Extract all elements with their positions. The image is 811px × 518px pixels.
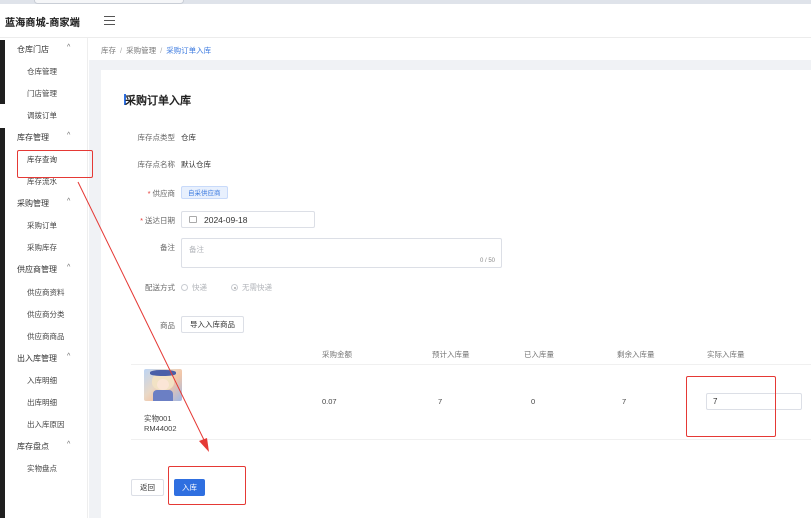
sidebar-group-purchase[interactable]: 采购管理 [17,198,49,209]
date-value: 2024-09-18 [204,215,248,225]
stock-name-value: 默认仓库 [181,160,211,169]
column-header: 已入库量 [524,350,554,359]
chevron-up-icon[interactable]: ^ [67,264,70,271]
table-row-divider [131,439,811,440]
sidebar: 仓库门店 ^ 仓库管理 门店管理 调拨订单 库存管理 ^ 库存查询 库存流水 采… [0,38,88,518]
annotation-box-actual-quantity [686,376,776,437]
chevron-up-icon[interactable]: ^ [67,353,70,360]
remark-textarea[interactable]: 备注 0 / 50 [181,238,502,268]
sidebar-accent-bar [0,40,5,104]
calendar-icon [189,216,197,223]
purchase-amount: 0.07 [322,397,337,406]
product-code: RM44002 [144,424,177,433]
sidebar-item-supplier-category[interactable]: 供应商分类 [27,309,65,320]
menu-toggle-icon[interactable] [104,16,115,25]
radio-selected-icon [231,284,238,291]
delivery-label: 配送方式 [145,283,175,292]
back-button[interactable]: 返回 [131,479,164,496]
product-thumbnail [144,369,182,401]
sidebar-group-warehouse[interactable]: 仓库门店 [17,44,49,55]
supplier-label: * 供应商 [147,189,175,198]
annotation-box-submit [168,466,246,505]
radio-icon [181,284,188,291]
column-header: 实际入库量 [707,350,745,359]
sidebar-accent-bar [0,128,5,518]
column-header: 剩余入库量 [617,350,655,359]
sidebar-item-inbound-detail[interactable]: 入库明细 [27,375,57,386]
delivery-option-express[interactable]: 快递 [181,282,207,293]
chevron-up-icon[interactable]: ^ [67,198,70,205]
sidebar-group-inout[interactable]: 出入库管理 [17,353,57,364]
stock-type-label: 库存点类型 [137,133,176,142]
app-header: 蓝海商城-商家端 [0,4,811,38]
breadcrumb-item[interactable]: 采购管理 [126,46,156,55]
goods-label: 商品 [160,321,175,330]
remark-char-count: 0 / 50 [479,258,495,264]
date-picker-input[interactable]: 2024-09-18 [181,211,315,228]
sidebar-item-supplier-goods[interactable]: 供应商商品 [27,331,65,342]
sidebar-group-inventory[interactable]: 库存管理 [17,132,49,143]
product-name: 实物001 [144,414,172,423]
date-label: * 送达日期 [140,216,175,225]
supplier-tag[interactable]: 自采供应商 [181,186,228,199]
remark-label: 备注 [160,243,175,252]
sidebar-item-physical-count[interactable]: 实物盘点 [27,463,57,474]
sidebar-group-supplier[interactable]: 供应商管理 [17,264,57,275]
sidebar-item-purchase-stock[interactable]: 采购库存 [27,242,57,253]
sidebar-item-inout-reason[interactable]: 出入库原因 [27,419,65,430]
sidebar-item-store-mgmt[interactable]: 门店管理 [27,88,57,99]
import-goods-button[interactable]: 导入入库商品 [181,316,244,333]
remark-placeholder: 备注 [189,245,204,254]
sidebar-group-stocktake[interactable]: 库存盘点 [17,441,49,452]
sidebar-item-warehouse-mgmt[interactable]: 仓库管理 [27,66,57,77]
page-title: 采购订单入库 [125,95,191,107]
breadcrumb: 库存 / 采购管理 / 采购订单入库 [101,46,212,55]
breadcrumb-current: 采购订单入库 [166,46,212,55]
column-header: 采购金额 [322,350,352,359]
sidebar-item-outbound-detail[interactable]: 出库明细 [27,397,57,408]
breadcrumb-item[interactable]: 库存 [101,46,116,55]
sidebar-item-transfer-order[interactable]: 调拨订单 [27,110,57,121]
stock-type-value: 仓库 [181,133,196,142]
sidebar-item-purchase-order[interactable]: 采购订单 [27,220,57,231]
delivery-option-none[interactable]: 无需快递 [231,282,272,293]
chevron-up-icon[interactable]: ^ [67,44,70,51]
remaining-quantity: 7 [622,397,627,406]
sidebar-item-supplier-info[interactable]: 供应商资料 [27,287,65,298]
received-quantity: 0 [531,397,536,406]
expected-quantity: 7 [438,397,443,406]
brand-title: 蓝海商城-商家端 [5,18,80,29]
chevron-up-icon[interactable]: ^ [67,132,70,139]
chevron-up-icon[interactable]: ^ [67,441,70,448]
annotation-box-inventory-query [17,150,93,178]
form-card [101,70,811,518]
table-header-divider [131,364,811,365]
stock-name-label: 库存点名称 [137,160,176,169]
column-header: 预计入库量 [432,350,470,359]
